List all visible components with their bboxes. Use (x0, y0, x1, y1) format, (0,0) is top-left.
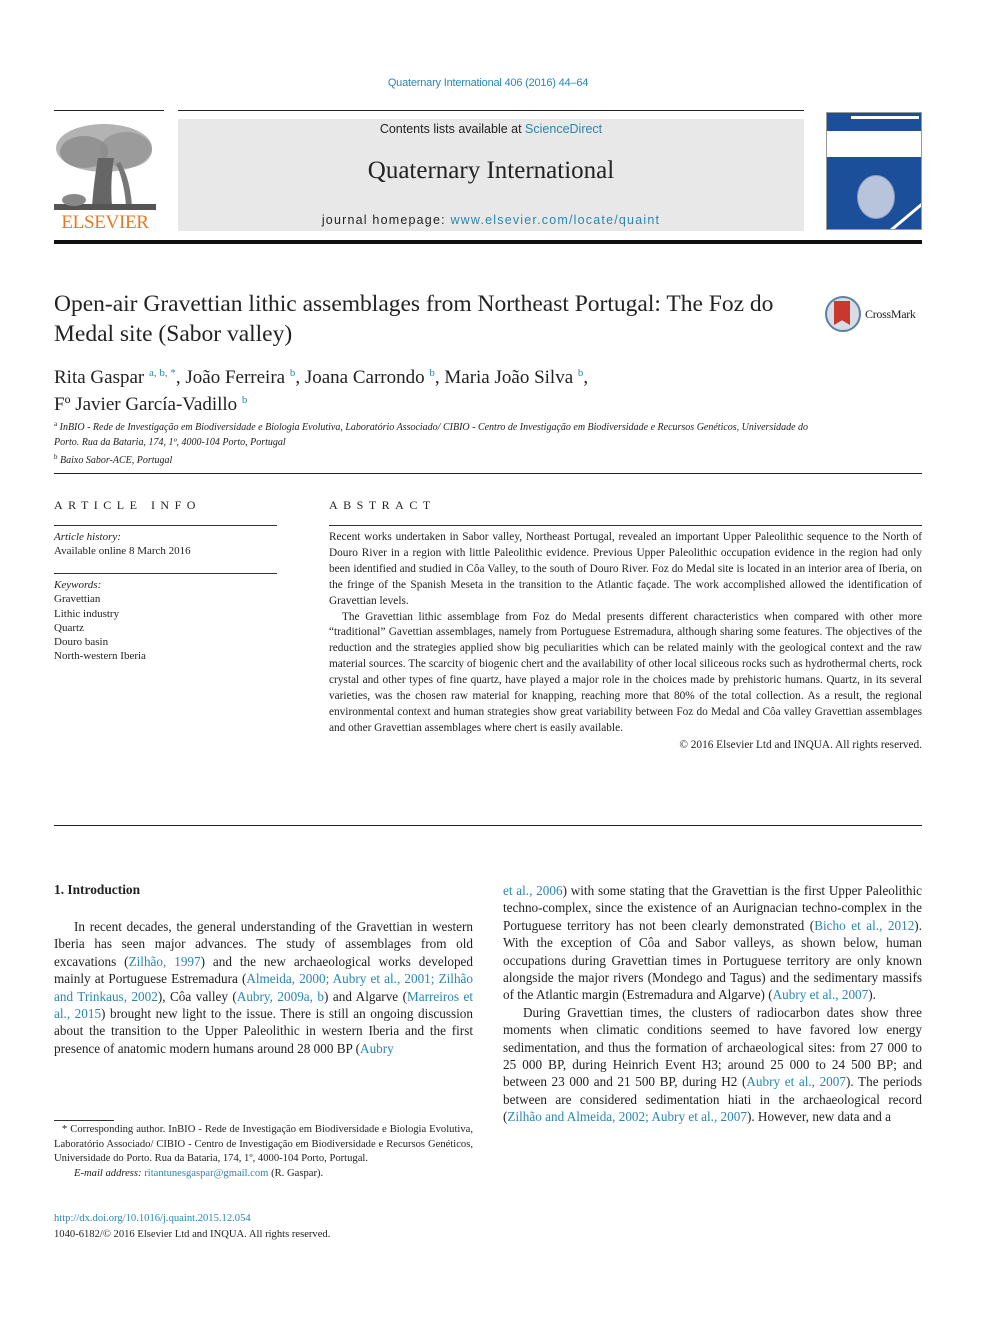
affiliation-link[interactable]: a, b, * (149, 367, 176, 379)
section-heading-introduction: 1. Introduction (54, 882, 141, 897)
sciencedirect-link[interactable]: ScienceDirect (525, 122, 602, 136)
contents-prefix: Contents lists available at (379, 122, 526, 136)
journal-homepage: journal homepage: www.elsevier.com/locat… (178, 213, 804, 227)
elsevier-logo[interactable]: ELSEVIER (54, 116, 156, 234)
citation-link[interactable]: Zilhão, 1997 (129, 954, 201, 969)
keywords-label: Keywords: (54, 579, 102, 591)
homepage-prefix: journal homepage: (321, 213, 451, 227)
abstract-body: Recent works undertaken in Sabor valley,… (329, 530, 922, 754)
email-link[interactable]: ritantunesgaspar@gmail.com (144, 1168, 268, 1179)
author-name[interactable]: Rita Gaspar (54, 367, 144, 388)
abstract-paragraph: The Gravettian lithic assemblage from Fo… (329, 610, 922, 734)
author[interactable]: Joana Carrondo b, (305, 367, 445, 388)
section-rule (54, 473, 922, 474)
author-separator: , (434, 367, 445, 388)
author-list: Rita Gaspar a, b, *, João Ferreira b, Jo… (54, 362, 814, 416)
citation-link[interactable]: Aubry, 2009a, b (237, 989, 324, 1004)
keyword: North-western Iberia (54, 650, 146, 663)
keyword: Douro basin (54, 636, 109, 649)
keyword: Gravettian (54, 593, 101, 606)
author-name[interactable]: Joana Carrondo (305, 367, 425, 388)
citation-link[interactable]: et al., 2006 (503, 883, 563, 898)
article-history-value: Available online 8 March 2016 (54, 545, 191, 558)
keyword: Quartz (54, 621, 84, 634)
affiliation-b: b Baixo Sabor-ACE, Portugal (54, 450, 834, 469)
corresponding-author-note: * Corresponding author. InBIO - Rede de … (54, 1124, 473, 1165)
cover-title-bar (851, 116, 919, 119)
elsevier-wordmark: ELSEVIER (61, 212, 149, 233)
abstract-rule (329, 525, 922, 526)
doi-block: http://dx.doi.org/10.1016/j.quaint.2015.… (54, 1211, 330, 1243)
author-name[interactable]: Fº Javier García-Vadillo (54, 394, 237, 415)
crossmark-label: CrossMark (865, 307, 916, 321)
journal-reference-link[interactable]: Quaternary International 406 (2016) 44–6… (0, 77, 976, 89)
doi-link[interactable]: http://dx.doi.org/10.1016/j.quaint.2015.… (54, 1213, 251, 1224)
section-rule (54, 825, 922, 826)
author[interactable]: Rita Gaspar a, b, *, (54, 367, 185, 388)
cover-seal-icon (857, 175, 895, 219)
body-column-left: In recent decades, the general understan… (54, 918, 473, 1057)
citation-link[interactable]: Aubry et al., 2007 (773, 987, 869, 1002)
journal-title: Quaternary International (367, 157, 615, 184)
author[interactable]: Fº Javier García-Vadillo b (54, 394, 247, 415)
keywords: Keywords: Gravettian Lithic industry Qua… (54, 578, 277, 664)
author[interactable]: João Ferreira b, (185, 367, 304, 388)
citation-link[interactable]: Aubry et al., 2007 (746, 1074, 846, 1089)
homepage-link[interactable]: www.elsevier.com/locate/quaint (450, 213, 660, 227)
header-rule (178, 110, 804, 111)
affiliation-text: Baixo Sabor-ACE, Portugal (60, 455, 173, 466)
affiliation-link[interactable]: b (242, 394, 248, 406)
affiliation-mark: a (54, 420, 58, 428)
article-history-label: Article history: (54, 531, 121, 543)
header-thick-rule (54, 240, 922, 244)
abstract-heading: ABSTRACT (329, 498, 436, 512)
footnote-rule (54, 1120, 114, 1121)
journal-cover-image[interactable] (826, 112, 922, 230)
article-title: Open-air Gravettian lithic assemblages f… (54, 291, 774, 347)
issn-copyright: 1040-6182/© 2016 Elsevier Ltd and INQUA.… (54, 1229, 331, 1240)
author-name[interactable]: João Ferreira (185, 367, 285, 388)
body-paragraph: et al., 2006) with some stating that the… (503, 883, 922, 1003)
affiliation-text: InBIO - Rede de Investigação em Biodiver… (54, 422, 809, 448)
article-info-rule (54, 573, 277, 574)
citation-link[interactable]: Zilhão and Almeida, 2002; Aubry et al., … (507, 1109, 747, 1124)
author-name[interactable]: Maria João Silva (444, 367, 573, 388)
article-info-heading: ARTICLE INFO (54, 498, 201, 512)
affiliation-mark: b (54, 453, 58, 461)
author-separator: , (295, 367, 305, 388)
author[interactable]: Maria João Silva b, (444, 367, 588, 388)
citation-link[interactable]: Bicho et al., 2012 (814, 918, 914, 933)
footnote: * Corresponding author. InBIO - Rede de … (54, 1123, 473, 1182)
journal-masthead: Contents lists available at ScienceDirec… (178, 119, 804, 231)
body-paragraph: During Gravettian times, the clusters of… (503, 1004, 922, 1125)
affiliation-a: a InBIO - Rede de Investigação em Biodiv… (54, 417, 834, 450)
crossmark-button[interactable]: CrossMark (825, 296, 925, 334)
keyword: Lithic industry (54, 607, 120, 620)
affiliations: a InBIO - Rede de Investigação em Biodiv… (54, 417, 834, 469)
header-rule-left (54, 110, 164, 111)
article-info-rule (54, 525, 277, 526)
abstract-copyright: © 2016 Elsevier Ltd and INQUA. All right… (679, 738, 922, 751)
body-paragraph: In recent decades, the general understan… (54, 919, 474, 1056)
contents-line: Contents lists available at ScienceDirec… (178, 122, 804, 136)
author-separator: , (583, 367, 589, 388)
citation-link[interactable]: Aubry (360, 1041, 394, 1056)
article-history: Article history: Available online 8 Marc… (54, 530, 277, 559)
author-separator: , (175, 367, 186, 388)
body-column-right: et al., 2006) with some stating that the… (503, 882, 922, 1126)
elsevier-tree-icon (54, 120, 156, 212)
email-label: E-mail address: (74, 1168, 142, 1180)
abstract-paragraph: Recent works undertaken in Sabor valley,… (329, 531, 922, 607)
cover-white-band (827, 131, 921, 157)
email-suffix: (R. Gaspar). (268, 1168, 324, 1180)
email-line: E-mail address: ritantunesgaspar@gmail.c… (54, 1167, 473, 1182)
